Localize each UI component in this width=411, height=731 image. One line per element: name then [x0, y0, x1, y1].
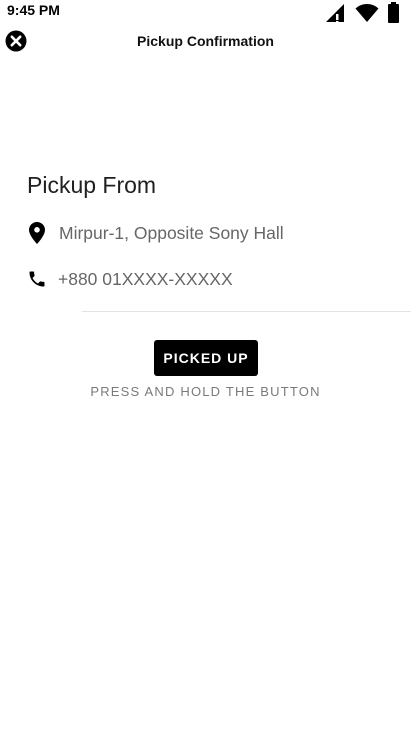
pickup-address-row: Mirpur-1, Opposite Sony Hall	[24, 220, 284, 246]
pickup-section-title: Pickup From	[27, 172, 157, 198]
page-title: Pickup Confirmation	[137, 33, 274, 49]
status-bar: 9:45 PM	[0, 0, 411, 24]
picked-up-button[interactable]: PICKED UP	[154, 340, 258, 376]
pickup-phone: +880 01XXXX-XXXXX	[58, 268, 233, 289]
pickup-phone-row[interactable]: +880 01XXXX-XXXXX	[24, 266, 233, 292]
press-hold-hint: PRESS AND HOLD THE BUTTON	[90, 384, 321, 399]
status-icons	[324, 2, 399, 23]
location-pin-icon	[24, 220, 50, 246]
status-time: 9:45 PM	[7, 2, 60, 18]
divider	[82, 311, 411, 312]
app-bar: Pickup Confirmation	[0, 26, 411, 56]
cell-signal-icon	[324, 3, 346, 23]
phone-icon	[24, 266, 50, 292]
wifi-icon	[355, 3, 379, 23]
pickup-address: Mirpur-1, Opposite Sony Hall	[59, 222, 284, 243]
battery-icon	[388, 2, 399, 23]
